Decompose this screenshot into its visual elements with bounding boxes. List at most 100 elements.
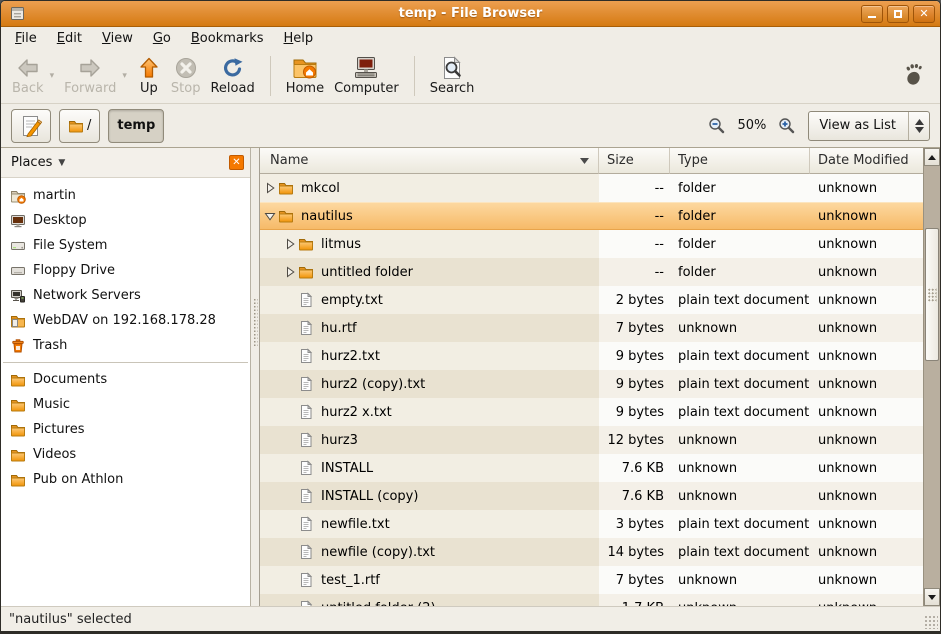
folder-icon: [298, 264, 314, 280]
menu-go[interactable]: Go: [143, 29, 181, 48]
file-name: mkcol: [301, 181, 340, 196]
file-row[interactable]: hu.rtf7 bytesunknownunknown: [260, 314, 923, 342]
file-name: INSTALL: [321, 461, 373, 476]
sidebar-item-file-system[interactable]: File System: [1, 233, 250, 258]
sidebar-item-martin[interactable]: martin: [1, 183, 250, 208]
file-size: --: [599, 258, 670, 286]
sidebar-item-pictures[interactable]: Pictures: [1, 417, 250, 442]
file-row[interactable]: untitled folder--folderunknown: [260, 258, 923, 286]
maximize-button[interactable]: [887, 5, 909, 23]
sidebar-item-webdav-on-192-168-178-28[interactable]: WebDAV on 192.168.178.28: [1, 308, 250, 333]
stop-button: Stop: [166, 53, 206, 99]
file-row[interactable]: newfile (copy).txt14 bytesplain text doc…: [260, 538, 923, 566]
edit-location-icon: [20, 114, 42, 138]
name-cell: newfile (copy).txt: [260, 538, 599, 566]
file-row[interactable]: untitled folder (2)1.7 KBunknownunknown: [260, 594, 923, 606]
zoom-out-button[interactable]: [708, 117, 726, 135]
expander-closed-icon[interactable]: [282, 238, 298, 250]
sidebar-item-label: Pictures: [33, 422, 84, 437]
scroll-down-button[interactable]: [924, 588, 940, 606]
file-type: unknown: [670, 314, 810, 342]
search-button[interactable]: Search: [425, 53, 480, 99]
menu-help[interactable]: Help: [274, 29, 324, 48]
file-date: unknown: [810, 230, 923, 258]
scroll-up-button[interactable]: [924, 148, 940, 166]
file-row[interactable]: hurz312 bytesunknownunknown: [260, 426, 923, 454]
path-button-temp[interactable]: temp: [108, 109, 164, 143]
back-dropdown-arrow-icon: ▾: [50, 71, 55, 81]
reload-label: Reload: [210, 81, 254, 96]
file-size: --: [599, 230, 670, 258]
resize-grip[interactable]: [924, 615, 938, 629]
file-date: unknown: [810, 454, 923, 482]
up-button[interactable]: Up: [132, 53, 166, 99]
scrollbar-thumb[interactable]: [925, 228, 939, 361]
folder-icon: [278, 208, 294, 224]
titlebar[interactable]: temp - File Browser ✕: [1, 1, 940, 27]
sidebar-item-label: martin: [33, 188, 76, 203]
sidebar-item-trash[interactable]: Trash: [1, 333, 250, 358]
file-icon: [298, 404, 314, 420]
reload-button[interactable]: Reload: [205, 53, 259, 99]
file-row[interactable]: INSTALL7.6 KBunknownunknown: [260, 454, 923, 482]
sidebar-item-floppy-drive[interactable]: Floppy Drive: [1, 258, 250, 283]
file-row[interactable]: INSTALL (copy)7.6 KBunknownunknown: [260, 482, 923, 510]
sidebar-item-desktop[interactable]: Desktop: [1, 208, 250, 233]
file-row[interactable]: litmus--folderunknown: [260, 230, 923, 258]
sidebar-item-label: Music: [33, 397, 70, 412]
file-row[interactable]: newfile.txt3 bytesplain text documentunk…: [260, 510, 923, 538]
vertical-scrollbar[interactable]: [923, 148, 940, 606]
combo-arrows-icon[interactable]: [909, 119, 929, 133]
sidebar-item-videos[interactable]: Videos: [1, 442, 250, 467]
column-header-size[interactable]: Size: [599, 148, 670, 174]
close-button[interactable]: ✕: [913, 5, 935, 23]
expander-closed-icon[interactable]: [262, 182, 278, 194]
reload-icon: [221, 56, 245, 80]
menu-view[interactable]: View: [92, 29, 143, 48]
file-type: plain text document: [670, 510, 810, 538]
file-icon: [298, 544, 314, 560]
trash-icon: [10, 338, 26, 354]
thumb-grip: [928, 288, 937, 302]
sidebar-header[interactable]: Places ▼ ✕: [1, 148, 250, 178]
expander-closed-icon[interactable]: [282, 266, 298, 278]
sort-arrow-icon: [580, 158, 589, 164]
path-button-[interactable]: /: [59, 109, 100, 143]
scrollbar-trough[interactable]: [924, 166, 940, 588]
zoom-in-button[interactable]: [778, 117, 796, 135]
view-mode-combobox[interactable]: View as List: [808, 111, 930, 141]
expander-open-icon[interactable]: [262, 210, 278, 222]
name-cell: hurz3: [260, 426, 599, 454]
file-row[interactable]: hurz2 x.txt9 bytesplain text documentunk…: [260, 398, 923, 426]
main-area: Places ▼ ✕ martin DesktopFile SystemFlopp…: [1, 148, 940, 606]
file-row[interactable]: hurz2 (copy).txt9 bytesplain text docume…: [260, 370, 923, 398]
menu-file[interactable]: File: [5, 29, 47, 48]
edit-location-button[interactable]: [11, 109, 51, 143]
file-icon: [298, 292, 314, 308]
sidebar-item-pub-on-athlon[interactable]: Pub on Athlon: [1, 467, 250, 492]
file-row[interactable]: hurz2.txt9 bytesplain text documentunkno…: [260, 342, 923, 370]
home-button[interactable]: Home: [281, 53, 329, 99]
file-size: 1.7 KB: [599, 594, 670, 606]
minimize-button[interactable]: [861, 5, 883, 23]
file-type: unknown: [670, 454, 810, 482]
computer-button[interactable]: Computer: [329, 53, 404, 99]
sidebar-item-music[interactable]: Music: [1, 392, 250, 417]
column-header-date-modified[interactable]: Date Modified: [810, 148, 923, 174]
sidebar-item-documents[interactable]: Documents: [1, 367, 250, 392]
column-header-type[interactable]: Type: [670, 148, 810, 174]
file-row[interactable]: test_1.rtf7 bytesunknownunknown: [260, 566, 923, 594]
menu-bookmarks[interactable]: Bookmarks: [181, 29, 274, 48]
file-row[interactable]: nautilus--folderunknown: [260, 202, 923, 230]
sidebar-item-network-servers[interactable]: Network Servers: [1, 283, 250, 308]
location-bar: /temp 50% View as List: [1, 104, 940, 148]
file-row[interactable]: empty.txt2 bytesplain text documentunkno…: [260, 286, 923, 314]
pane-splitter[interactable]: [251, 148, 259, 606]
file-type: unknown: [670, 594, 810, 606]
sidebar-close-button[interactable]: ✕: [229, 155, 244, 170]
file-row[interactable]: mkcol--folderunknown: [260, 174, 923, 202]
file-name: empty.txt: [321, 293, 383, 308]
menu-edit[interactable]: Edit: [47, 29, 92, 48]
column-header-name[interactable]: Name: [260, 148, 599, 174]
name-cell: untitled folder: [260, 258, 599, 286]
